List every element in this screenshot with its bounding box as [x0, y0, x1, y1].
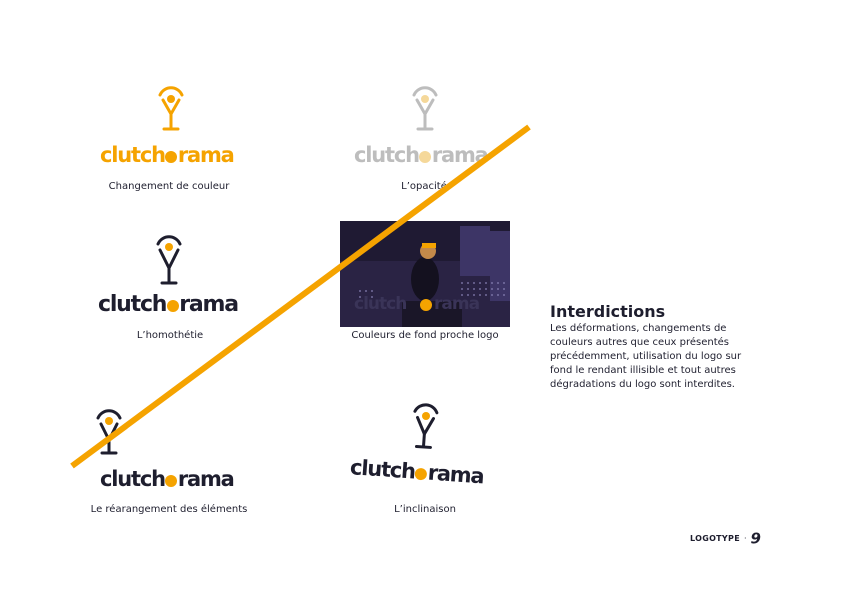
caption-color: Changement de couleur	[108, 181, 230, 192]
concert-photo-illustration: clutch rama	[340, 221, 510, 327]
logo-text-part1: clutch	[100, 467, 166, 491]
footer-section-label: LOGOTYPE	[690, 534, 740, 543]
logo-wordmark-homothety: clutch rama	[98, 292, 239, 317]
logo-wordmark-color: clutch rama	[100, 143, 235, 167]
logo-text-part2: rama	[179, 292, 239, 317]
caption-tilted: L’inclinaison	[394, 504, 456, 515]
logo-text-part2: rama	[431, 143, 489, 167]
logo-o-dot	[419, 151, 432, 163]
microphone-glass-icon	[413, 403, 439, 449]
caption-background: Couleurs de fond proche logo	[351, 330, 499, 341]
logo-text-part2: rama	[177, 143, 235, 167]
microphone-glass-icon	[96, 409, 122, 455]
logo-o-dot	[166, 300, 179, 312]
concert-photo: clutch rama	[340, 221, 510, 327]
logo-o-dot	[165, 151, 178, 163]
section-body: Les déformations, changements de couleur…	[550, 323, 742, 390]
microphone-glass-icon	[156, 235, 182, 285]
logo-text-part1: clutch	[349, 455, 416, 484]
logo-o-dot	[414, 467, 428, 481]
page-number: 9	[750, 529, 761, 548]
microphone-glass-icon	[158, 86, 184, 131]
logo-text-part1: clutch	[100, 143, 166, 167]
logo-text-part1: clutch	[354, 143, 420, 167]
logo-wordmark-tilted: clutch rama	[349, 455, 485, 489]
caption-homothety: L’homothétie	[136, 330, 204, 341]
logo-o-dot	[165, 475, 178, 487]
microphone-glass-icon	[412, 86, 438, 131]
footer-separator: ·	[743, 534, 747, 543]
logo-text-part2: rama	[177, 467, 235, 491]
logo-text-part2: rama	[426, 460, 485, 489]
page-footer: LOGOTYPE · 9	[690, 528, 761, 548]
svg-text:rama: rama	[434, 294, 480, 314]
svg-text:clutch: clutch	[354, 294, 406, 314]
logo-wordmark-rearranged: clutch rama	[100, 467, 235, 491]
caption-opacity: L’opacité	[401, 181, 447, 192]
logo-text-part1: clutch	[98, 292, 167, 317]
section-title: Interdictions	[550, 302, 666, 321]
caption-rearranged: Le réarangement des éléments	[90, 504, 248, 515]
logo-wordmark-opacity: clutch rama	[354, 143, 489, 167]
